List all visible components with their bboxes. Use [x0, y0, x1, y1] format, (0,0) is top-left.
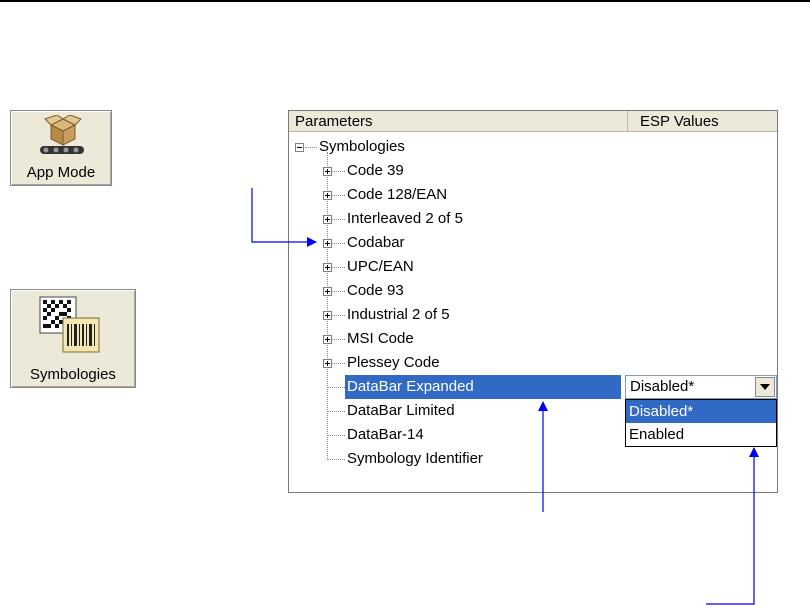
annotation-arrows: [251, 188, 759, 605]
callout-arrow-codabar: [251, 188, 317, 247]
callout-arrow-dropdown: [706, 447, 759, 605]
